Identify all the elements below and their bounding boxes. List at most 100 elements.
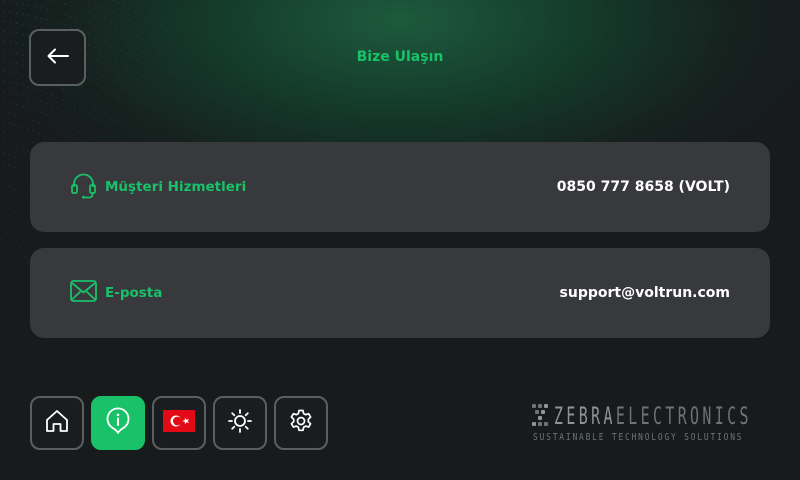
customer-service-phone[interactable]: 0850 777 8658 (VOLT) — [557, 142, 730, 232]
background-dot — [193, 92, 195, 94]
background-dot — [71, 138, 73, 141]
background-dot — [139, 25, 141, 27]
nav-language-button[interactable] — [152, 396, 206, 450]
background-dot — [207, 124, 209, 126]
background-dot — [183, 97, 185, 99]
background-dot — [176, 12, 178, 14]
background-dot — [128, 91, 130, 93]
background-dot — [178, 106, 180, 108]
background-dot — [46, 8, 48, 10]
background-dot — [144, 234, 147, 236]
background-dot — [142, 102, 144, 104]
background-dot — [170, 113, 172, 115]
background-dot — [238, 112, 240, 114]
background-dot — [44, 124, 46, 126]
background-dot — [113, 245, 115, 247]
background-dot — [62, 99, 64, 101]
contact-card-customer-service: Müşteri Hizmetleri 0850 777 8658 (VOLT) — [30, 142, 770, 232]
background-dot — [218, 30, 220, 32]
background-dot — [172, 131, 174, 133]
background-dot — [180, 40, 182, 42]
background-dot — [21, 84, 23, 86]
background-dot — [113, 80, 115, 83]
background-dot — [167, 68, 169, 70]
background-dot — [173, 102, 176, 104]
background-dot — [267, 98, 268, 99]
background-dot — [210, 37, 212, 39]
background-dot — [26, 183, 28, 185]
background-dot — [139, 13, 141, 15]
background-dot — [7, 232, 9, 234]
background-dot — [102, 74, 105, 76]
background-dot — [104, 124, 106, 126]
email-address[interactable]: support@voltrun.com — [560, 248, 730, 338]
background-dot — [58, 22, 60, 24]
background-dot — [128, 7, 130, 9]
background-dot — [203, 87, 205, 89]
background-dot — [161, 2, 163, 4]
background-dot — [272, 86, 273, 87]
background-dot — [175, 36, 177, 38]
background-dot — [57, 119, 59, 121]
background-dot — [33, 88, 35, 90]
background-dot — [167, 234, 168, 235]
background-dot — [77, 240, 79, 242]
background-dot — [79, 245, 81, 247]
background-dot — [186, 19, 188, 21]
background-dot — [92, 68, 94, 70]
background-dot — [3, 20, 5, 22]
background-dot — [65, 239, 67, 241]
background-dot — [138, 86, 140, 88]
background-dot — [15, 114, 17, 116]
background-dot — [68, 113, 70, 115]
nav-info-button[interactable] — [91, 396, 145, 450]
background-dot — [170, 45, 172, 47]
background-dot — [166, 17, 168, 19]
background-dot — [9, 112, 11, 114]
background-dot — [212, 67, 214, 69]
background-dot — [200, 115, 202, 117]
background-dot — [21, 74, 23, 76]
background-dot — [165, 94, 167, 96]
background-dot — [87, 22, 90, 24]
background-dot — [2, 152, 4, 154]
bottom-nav — [30, 396, 328, 450]
background-dot — [123, 16, 125, 18]
background-dot — [137, 139, 139, 141]
background-dot — [49, 127, 52, 129]
background-dot — [27, 139, 29, 141]
background-dot — [68, 125, 70, 127]
background-dot — [11, 236, 14, 238]
background-dot — [3, 10, 5, 12]
background-dot — [227, 98, 229, 100]
nav-brightness-button[interactable] — [213, 396, 267, 450]
background-dot — [84, 99, 86, 101]
background-dot — [251, 112, 252, 113]
background-dot — [121, 38, 123, 40]
background-dot — [185, 43, 187, 45]
background-dot — [190, 75, 192, 77]
background-dot — [129, 78, 131, 81]
background-dot — [33, 141, 35, 143]
background-dot — [66, 135, 68, 137]
background-dot — [166, 5, 168, 7]
background-dot — [87, 234, 89, 237]
nav-settings-button[interactable] — [274, 396, 328, 450]
background-dot — [201, 29, 203, 31]
background-dot — [102, 245, 104, 247]
background-dot — [249, 127, 250, 128]
background-dot — [3, 0, 5, 2]
background-dot — [51, 235, 53, 238]
nav-home-button[interactable] — [30, 396, 84, 450]
background-dot — [14, 257, 16, 259]
background-dot — [62, 88, 64, 90]
background-dot — [143, 89, 145, 91]
brand-tagline: SUSTAINABLE TECHNOLOGY SOLUTIONS — [533, 432, 744, 443]
background-dot — [3, 121, 5, 123]
background-dot — [15, 73, 17, 75]
background-dot — [178, 122, 180, 124]
background-dot — [49, 138, 52, 140]
background-dot — [150, 19, 152, 21]
background-dot — [97, 83, 99, 85]
background-dot — [7, 196, 9, 198]
